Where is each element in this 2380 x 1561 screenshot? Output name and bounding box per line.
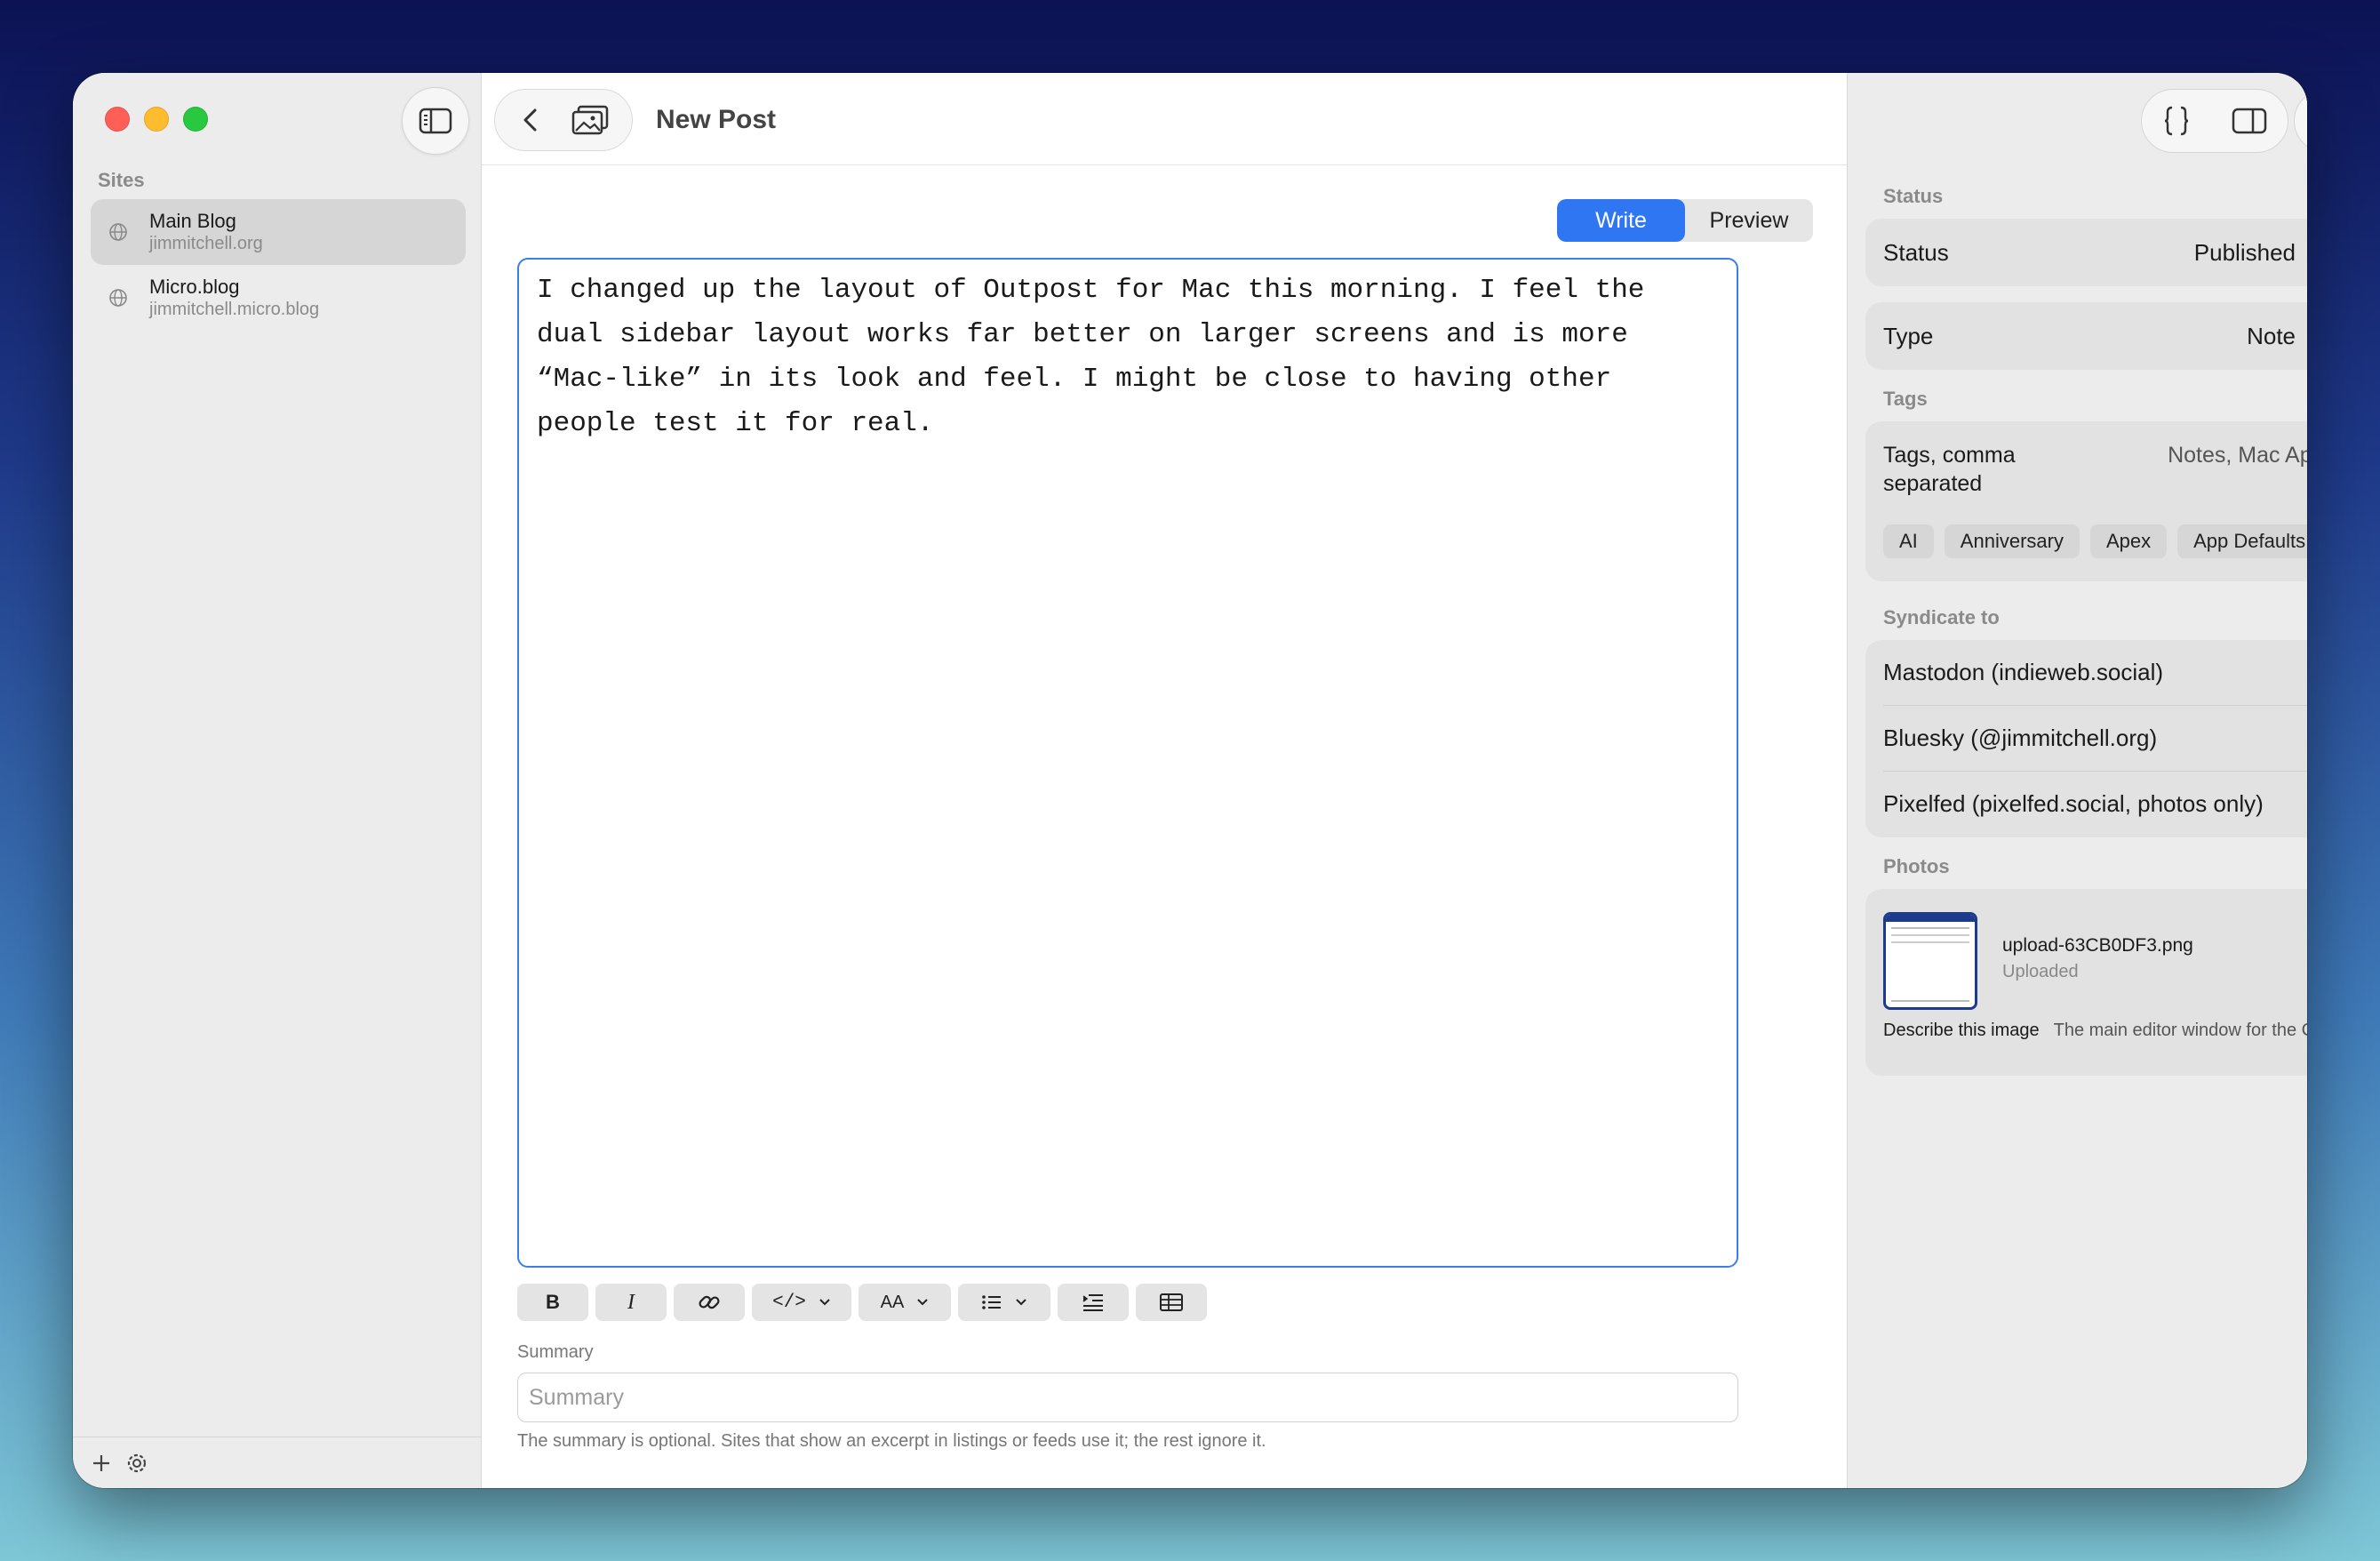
sites-section-label: Sites — [98, 169, 145, 191]
link-icon — [699, 1295, 720, 1309]
tag-chip[interactable]: AI — [1883, 524, 1934, 558]
tags-label: Tags, comma separated — [1883, 443, 2016, 496]
close-window-button[interactable] — [105, 107, 130, 132]
site-item-main-blog[interactable]: Main Blog jimmitchell.org — [91, 199, 466, 265]
tab-preview[interactable]: Preview — [1685, 199, 1813, 242]
thumbnail-line — [1891, 927, 1969, 929]
describe-image-label: Describe this image — [1883, 1021, 2040, 1040]
summary-input[interactable] — [517, 1373, 1738, 1422]
curly-braces-icon[interactable] — [2163, 105, 2190, 137]
status-row[interactable]: Status Published — [1865, 219, 2307, 286]
editor-pane: New Post Write Preview I changed up the … — [482, 73, 1847, 1488]
site-name: Main Blog — [149, 210, 236, 232]
list-icon — [982, 1295, 1001, 1309]
post-body-editor[interactable]: I changed up the layout of Outpost for M… — [517, 258, 1738, 1268]
thumbnail-line — [1891, 941, 1969, 943]
sidebar-left-icon — [419, 108, 452, 134]
globe-icon — [109, 223, 127, 241]
photos-card: upload-63CB0DF3.png Uploaded Describe th… — [1865, 889, 2307, 1076]
syndicate-item-bluesky[interactable]: Bluesky (@jimmitchell.org) — [1865, 706, 2307, 771]
inspector-button-group — [2141, 89, 2288, 153]
editor-toolbar-header: New Post — [482, 73, 1847, 165]
sidebar-footer — [73, 1437, 481, 1488]
type-label: Type — [1883, 322, 1934, 349]
tags-row[interactable]: Tags, comma separated Notes, Mac Apps, — [1865, 421, 2307, 498]
syndicate-label: Pixelfed (pixelfed.social, photos only) — [1883, 790, 2264, 817]
italic-button[interactable]: I — [595, 1284, 667, 1321]
window-controls — [105, 107, 208, 132]
tag-chip-list: AI Anniversary Apex App Defaults — [1865, 498, 2307, 558]
code-icon: </> — [772, 1292, 806, 1313]
nav-button-group — [494, 89, 633, 151]
sites-sidebar: Sites Main Blog jimmitchell.org Micro.bl… — [73, 73, 482, 1488]
tag-chip[interactable]: Anniversary — [1944, 524, 2080, 558]
summary-label: Summary — [517, 1342, 594, 1362]
photo-filename: upload-63CB0DF3.png — [2002, 935, 2193, 956]
sidebar-right-icon[interactable] — [2232, 108, 2267, 134]
status-value: Published — [2193, 238, 2296, 266]
chevron-down-icon — [1016, 1299, 1026, 1306]
chevron-down-icon — [917, 1299, 929, 1306]
type-card: Type Note — [1865, 302, 2307, 370]
site-item-micro-blog[interactable]: Micro.blog jimmitchell.micro.blog — [91, 265, 466, 331]
site-name: Micro.blog — [149, 276, 240, 298]
describe-image-input[interactable]: The main editor window for the C — [2054, 1021, 2307, 1041]
thumbnail-line — [1891, 1000, 1969, 1002]
tab-write[interactable]: Write — [1557, 199, 1685, 242]
chevron-down-icon — [819, 1299, 830, 1306]
post-inspector: Post Status Status Published Type Note — [1847, 73, 2307, 1488]
zoom-window-button[interactable] — [183, 107, 208, 132]
bold-button[interactable]: B — [517, 1284, 588, 1321]
photo-thumbnail[interactable] — [1883, 912, 1977, 1010]
write-preview-segmented-control: Write Preview — [1557, 199, 1813, 242]
gear-icon[interactable] — [124, 1451, 149, 1476]
thumbnail-line — [1891, 934, 1969, 936]
post-button[interactable]: Post — [2294, 89, 2307, 153]
site-url: jimmitchell.micro.blog — [149, 300, 320, 319]
syndicate-section-label: Syndicate to — [1883, 606, 2000, 628]
tags-input-value[interactable]: Notes, Mac Apps, — [2168, 441, 2307, 498]
toggle-sidebar-button[interactable] — [402, 87, 469, 155]
tag-chip[interactable]: Apex — [2089, 524, 2168, 558]
syndicate-label: Mastodon (indieweb.social) — [1883, 659, 2164, 685]
syndicate-item-pixelfed[interactable]: Pixelfed (pixelfed.social, photos only) — [1865, 772, 2307, 837]
type-row[interactable]: Type Note — [1865, 302, 2307, 370]
table-button[interactable] — [1136, 1284, 1207, 1321]
blockquote-button[interactable] — [1058, 1284, 1129, 1321]
tag-chip[interactable]: App Defaults — [2177, 524, 2307, 558]
photo-status: Uploaded — [2002, 962, 2079, 981]
syndicate-item-mastodon[interactable]: Mastodon (indieweb.social) — [1865, 640, 2307, 705]
text-indent-icon — [1082, 1294, 1103, 1311]
globe-icon — [109, 289, 127, 307]
photos-section-label: Photos — [1883, 855, 1950, 877]
syndicate-label: Bluesky (@jimmitchell.org) — [1883, 724, 2158, 751]
table-icon — [1160, 1293, 1183, 1311]
page-title: New Post — [656, 105, 777, 134]
code-button[interactable]: </> — [752, 1284, 851, 1321]
status-section-label: Status — [1883, 185, 1944, 207]
status-label: Status — [1883, 238, 1949, 266]
formatting-toolbar: B I </> AA — [517, 1284, 1207, 1321]
chevron-left-icon[interactable] — [519, 107, 542, 133]
tags-section-label: Tags — [1883, 388, 1928, 410]
text-size-button[interactable]: AA — [859, 1284, 951, 1321]
summary-help-text: The summary is optional. Sites that show… — [517, 1431, 1266, 1451]
text-size-icon: AA — [880, 1292, 905, 1312]
thumbnail-header — [1886, 915, 1975, 922]
plus-icon[interactable] — [91, 1453, 112, 1474]
site-url: jimmitchell.org — [149, 234, 263, 253]
describe-image-row[interactable]: Describe this image The main editor wind… — [1883, 1021, 2307, 1041]
type-value: Note — [2247, 322, 2296, 349]
list-button[interactable] — [958, 1284, 1050, 1321]
status-card: Status Published — [1865, 219, 2307, 286]
app-window: Sites Main Blog jimmitchell.org Micro.bl… — [73, 73, 2307, 1488]
minimize-window-button[interactable] — [144, 107, 169, 132]
link-button[interactable] — [674, 1284, 745, 1321]
syndicate-card: Mastodon (indieweb.social) Bluesky (@jim… — [1865, 640, 2307, 837]
tags-card: Tags, comma separated Notes, Mac Apps, A… — [1865, 421, 2307, 581]
photos-icon[interactable] — [571, 105, 609, 135]
